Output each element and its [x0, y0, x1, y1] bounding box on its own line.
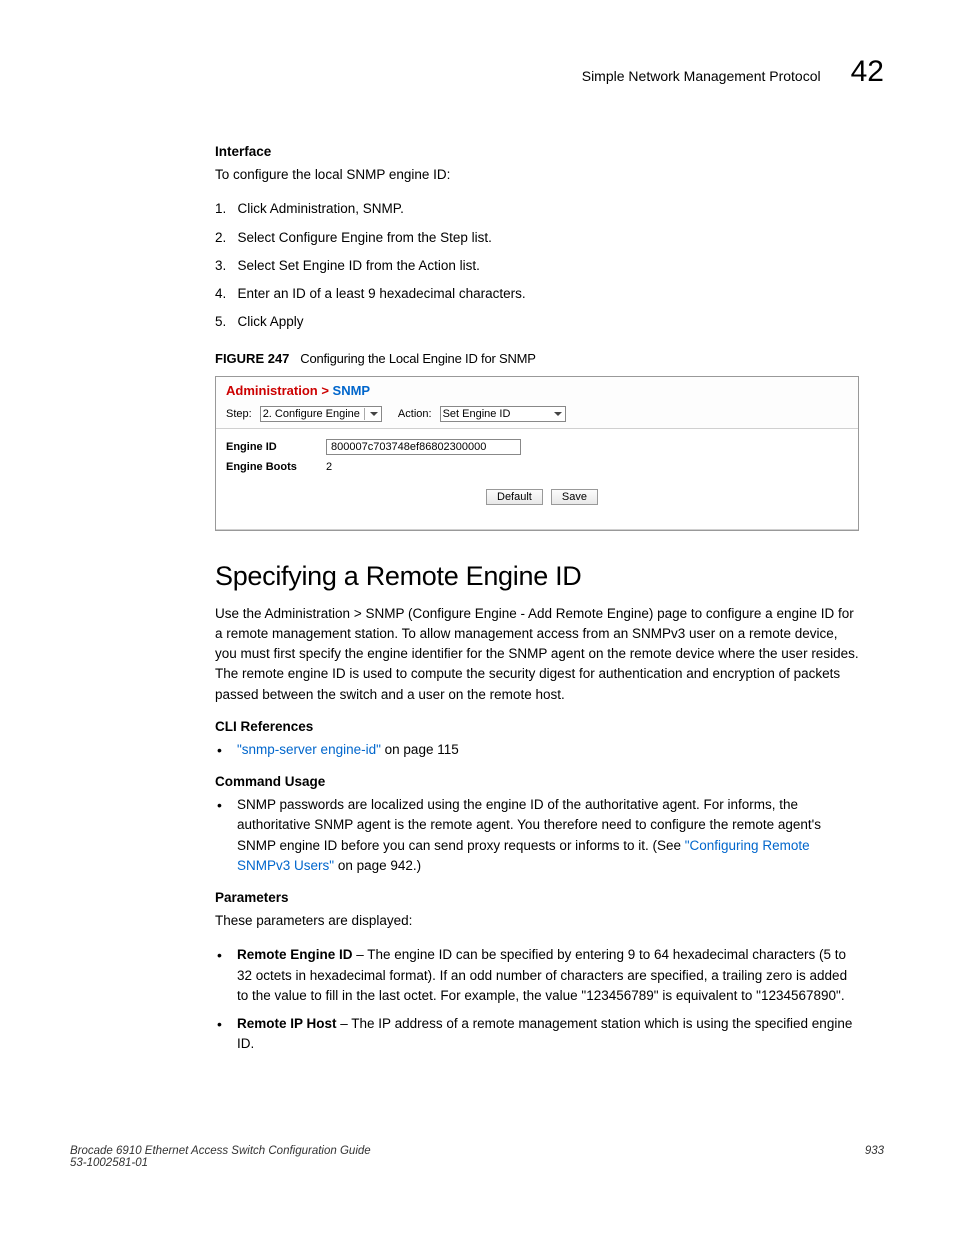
parameters-heading: Parameters: [215, 890, 859, 905]
default-button[interactable]: Default: [486, 489, 543, 505]
header-title: Simple Network Management Protocol: [582, 68, 821, 84]
engine-boots-value: 2: [326, 461, 332, 473]
breadcrumb-root: Administration >: [226, 383, 333, 398]
command-usage-item: SNMP passwords are localized using the e…: [215, 795, 859, 876]
step-item: 5. Click Apply: [215, 312, 859, 332]
engine-id-label: Engine ID: [226, 441, 326, 453]
interface-intro: To configure the local SNMP engine ID:: [215, 165, 859, 185]
chevron-down-icon: [369, 409, 379, 419]
figure-caption: FIGURE 247 Configuring the Local Engine …: [215, 351, 859, 366]
step-item: 4. Enter an ID of a least 9 hexadecimal …: [215, 284, 859, 304]
section-intro: Use the Administration > SNMP (Configure…: [215, 604, 859, 705]
snmp-screenshot: Administration > SNMP Step: 2. Configure…: [215, 376, 859, 531]
interface-heading: Interface: [215, 144, 859, 159]
step-item: 1. Click Administration, SNMP.: [215, 199, 859, 219]
breadcrumb-page: SNMP: [333, 383, 371, 398]
param-name: Remote Engine ID: [237, 947, 353, 962]
engine-boots-label: Engine Boots: [226, 461, 326, 473]
section-title: Specifying a Remote Engine ID: [215, 561, 859, 592]
interface-steps: 1. Click Administration, SNMP. 2. Select…: [215, 199, 859, 332]
cli-references-heading: CLI References: [215, 719, 859, 734]
parameter-item: Remote IP Host – The IP address of a rem…: [215, 1014, 859, 1055]
engine-id-input[interactable]: [326, 439, 521, 455]
footer-title: Brocade 6910 Ethernet Access Switch Conf…: [70, 1145, 371, 1157]
footer-docnum: 53-1002581-01: [70, 1157, 371, 1169]
step-item: 3. Select Set Engine ID from the Action …: [215, 256, 859, 276]
parameter-item: Remote Engine ID – The engine ID can be …: [215, 945, 859, 1006]
action-label: Action:: [398, 408, 432, 420]
breadcrumb: Administration > SNMP: [216, 377, 858, 402]
chevron-down-icon: [553, 409, 563, 419]
page-header: Simple Network Management Protocol 42: [70, 55, 884, 89]
param-name: Remote IP Host: [237, 1016, 337, 1031]
step-item: 2. Select Configure Engine from the Step…: [215, 228, 859, 248]
action-select[interactable]: Set Engine ID: [440, 406, 566, 422]
save-button[interactable]: Save: [551, 489, 598, 505]
figure-number: FIGURE 247: [215, 351, 289, 366]
page-footer: Brocade 6910 Ethernet Access Switch Conf…: [70, 1145, 884, 1169]
chapter-number: 42: [851, 55, 884, 89]
cli-link[interactable]: "snmp-server engine-id": [237, 742, 381, 757]
figure-title: Configuring the Local Engine ID for SNMP: [300, 351, 536, 366]
step-label: Step:: [226, 408, 252, 420]
cli-reference-item: "snmp-server engine-id" on page 115: [215, 740, 859, 760]
command-usage-heading: Command Usage: [215, 774, 859, 789]
page-number: 933: [865, 1145, 884, 1169]
parameters-intro: These parameters are displayed:: [215, 911, 859, 931]
step-select[interactable]: 2. Configure Engine: [260, 406, 382, 422]
